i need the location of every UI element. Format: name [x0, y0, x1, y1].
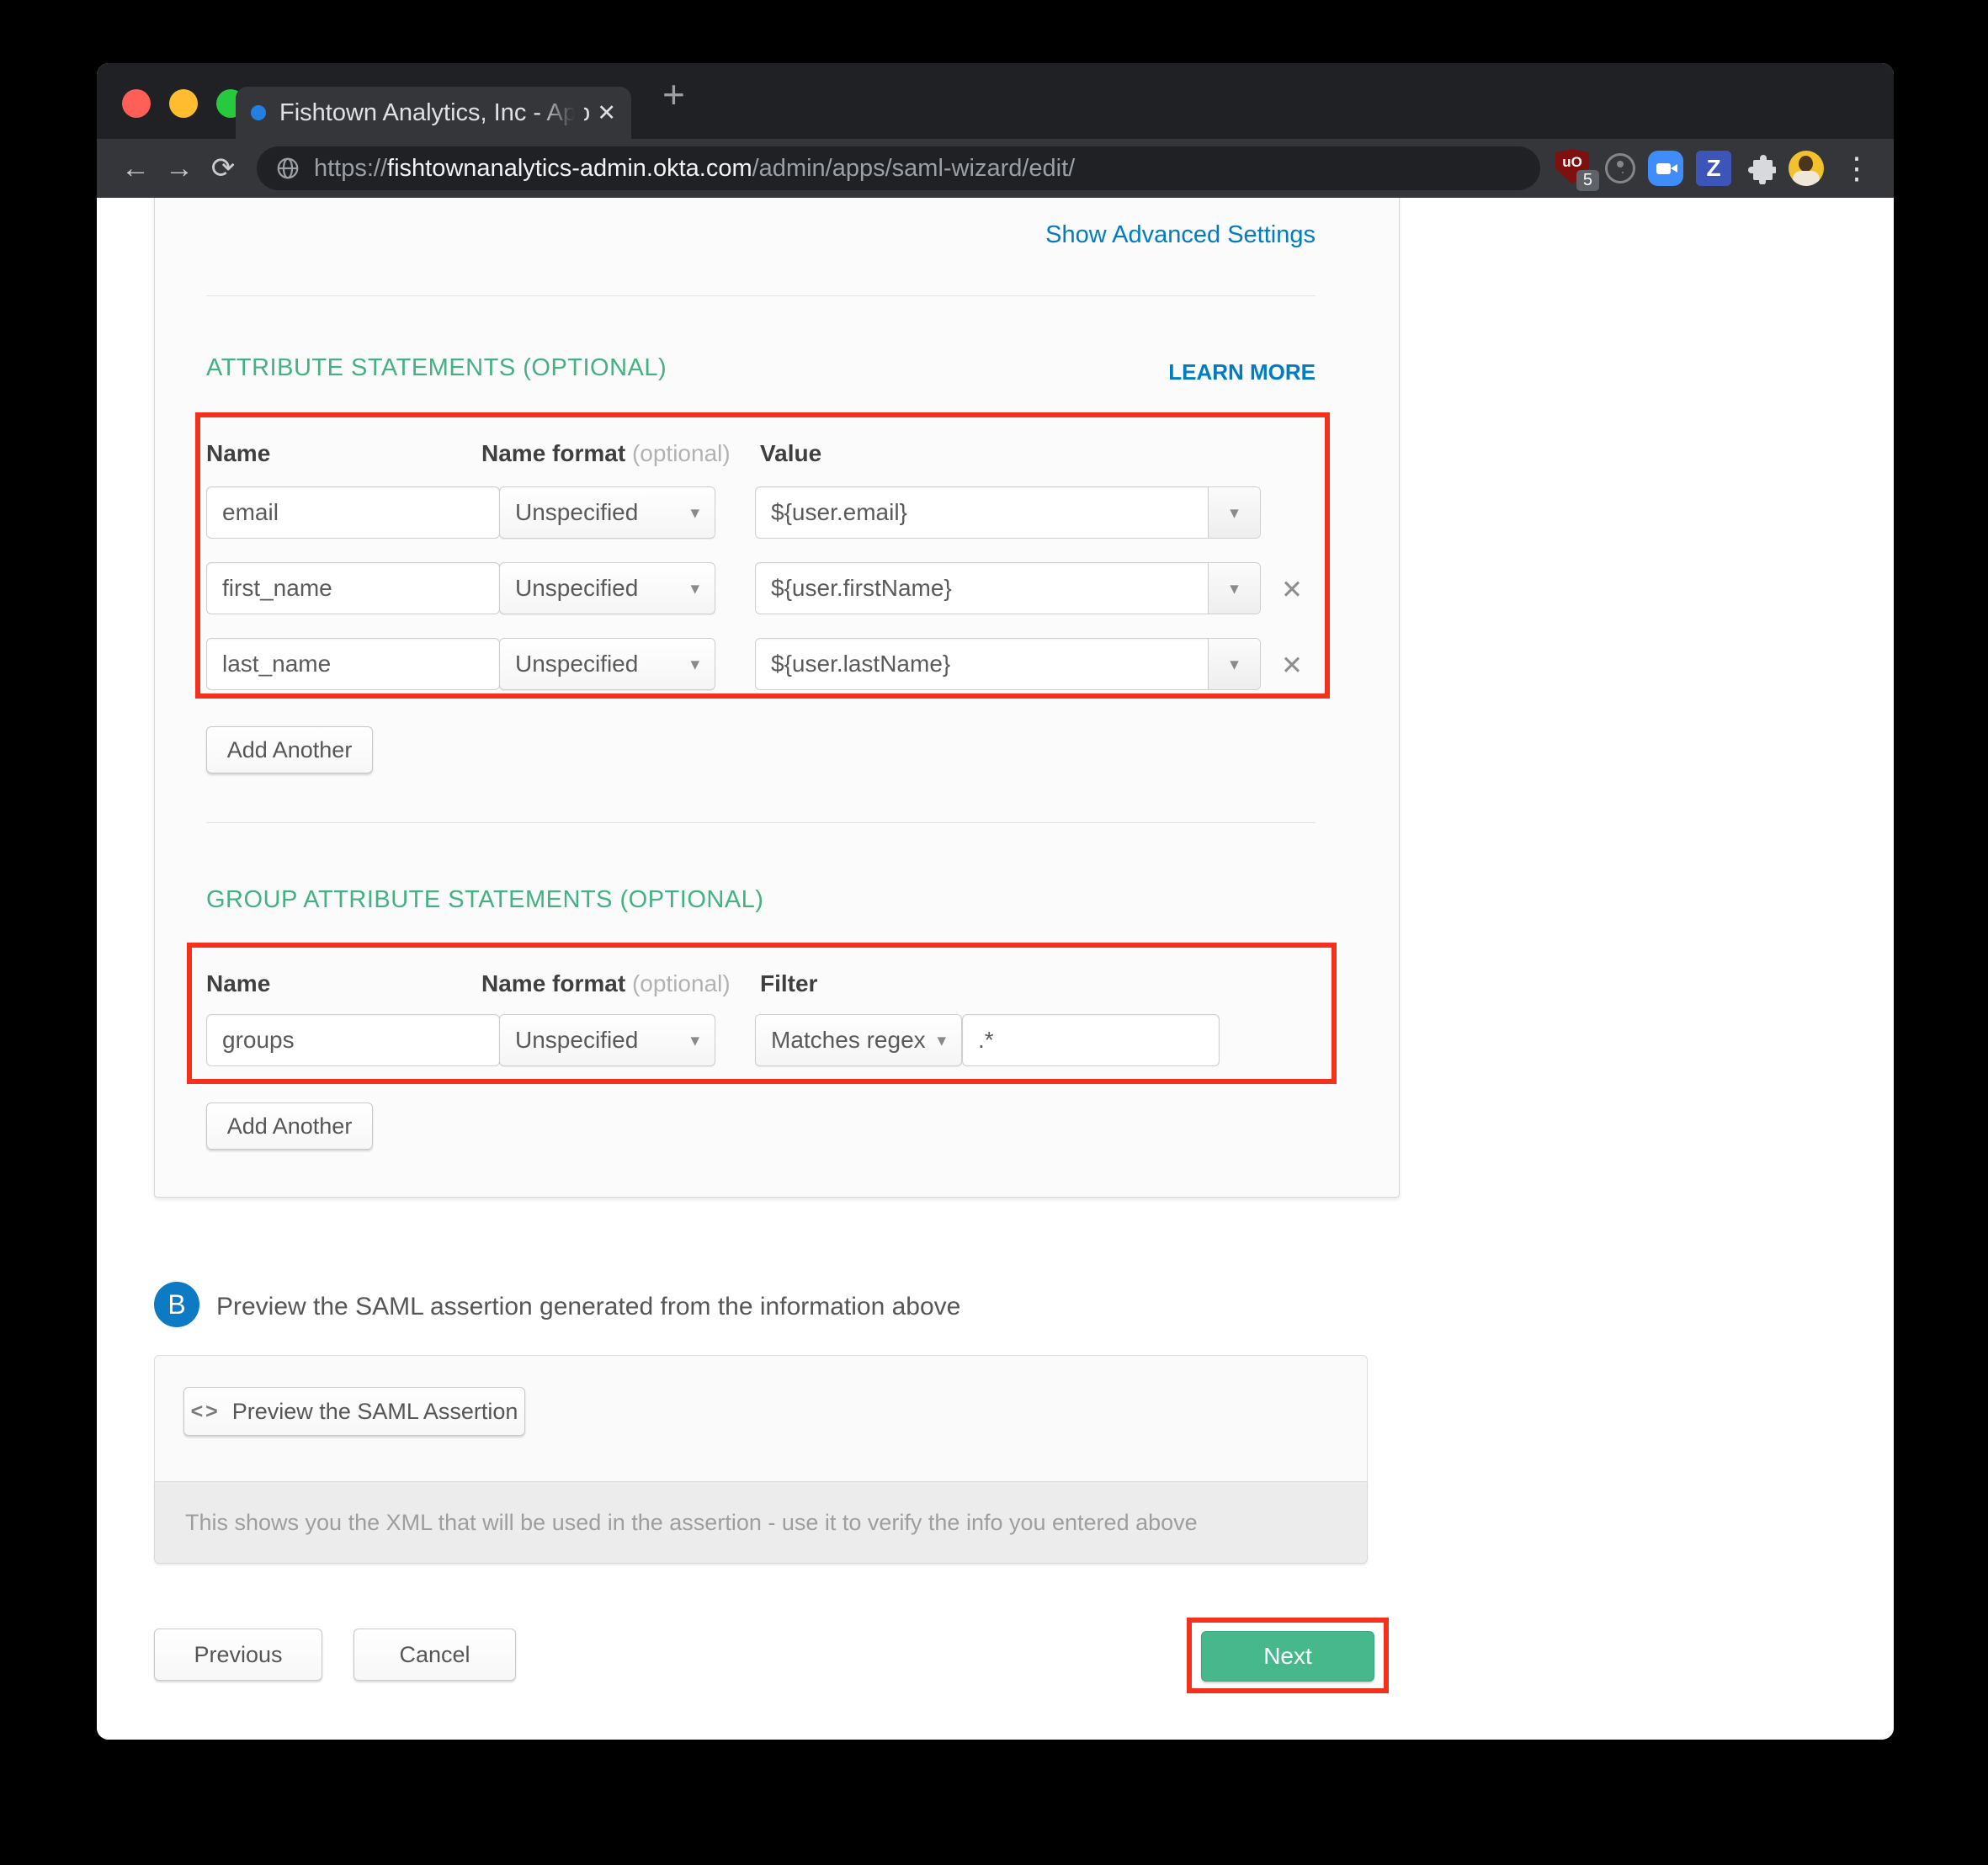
show-advanced-settings-link[interactable]: Show Advanced Settings — [979, 221, 1316, 249]
avatar-shirt — [1793, 171, 1820, 186]
tab-title-fade — [539, 93, 584, 132]
preview-note: This shows you the XML that will be used… — [154, 1481, 1368, 1564]
tab-strip: Fishtown Analytics, Inc - Applic ✕ + — [97, 63, 1894, 139]
address-bar[interactable]: https://fishtownanalytics-admin.okta.com… — [257, 146, 1540, 190]
extension-area: uO 5 Z ⋮ — [1555, 149, 1877, 188]
page-content: Show Advanced Settings ATTRIBUTE STATEME… — [97, 198, 1894, 1740]
attribute-statements-heading: ATTRIBUTE STATEMENTS (OPTIONAL) — [206, 354, 667, 382]
attr-format-select[interactable]: Unspecified ▾ — [499, 562, 715, 614]
attr-format-value: Unspecified — [515, 499, 638, 526]
group-filter-op: Matches regex — [771, 1027, 926, 1054]
col-header-name: Name — [206, 970, 270, 997]
col-header-filter: Filter — [760, 970, 817, 997]
group-filter-value-input[interactable]: .* — [962, 1014, 1220, 1066]
url-host: fishtownanalytics-admin.okta.com — [387, 155, 752, 183]
new-tab-button[interactable]: + — [662, 72, 685, 117]
profile-avatar[interactable] — [1789, 151, 1824, 186]
globe-icon — [275, 156, 300, 181]
browser-tab[interactable]: Fishtown Analytics, Inc - Applic ✕ — [236, 87, 631, 139]
previous-button[interactable]: Previous — [154, 1629, 322, 1681]
chevron-down-icon: ▾ — [937, 1030, 946, 1051]
close-tab-icon[interactable]: ✕ — [597, 100, 616, 126]
next-button[interactable]: Next — [1201, 1631, 1374, 1682]
z-extension-icon[interactable]: Z — [1696, 151, 1731, 186]
group-format-select[interactable]: Unspecified ▾ — [499, 1014, 715, 1066]
back-icon[interactable]: ← — [114, 152, 157, 185]
url-scheme: https:// — [314, 155, 387, 183]
chevron-down-icon: ▾ — [690, 1030, 699, 1051]
col-header-name-format: Name format (optional) — [481, 970, 731, 997]
attr-value-combo[interactable]: ${user.lastName} ▾ — [755, 638, 1261, 690]
password-manager-extension-icon[interactable] — [1605, 153, 1635, 183]
close-window-button[interactable] — [122, 89, 151, 118]
code-brackets-icon: <> — [191, 1400, 221, 1424]
preview-saml-assertion-button[interactable]: <> Preview the SAML Assertion — [183, 1387, 525, 1436]
col-header-optional-label: (optional) — [632, 970, 731, 996]
attr-value-combo[interactable]: ${user.email} ▾ — [755, 486, 1261, 539]
col-header-name: Name — [206, 440, 270, 467]
window-controls — [122, 89, 245, 118]
add-another-button[interactable]: Add Another — [206, 726, 373, 773]
chevron-down-icon: ▾ — [690, 654, 699, 675]
col-header-name-format-label: Name format — [481, 970, 625, 996]
chevron-down-icon[interactable]: ▾ — [1208, 639, 1260, 689]
preview-saml-assertion-label: Preview the SAML Assertion — [232, 1399, 518, 1425]
forward-icon[interactable]: → — [157, 152, 201, 185]
attr-format-select[interactable]: Unspecified ▾ — [499, 638, 715, 690]
attr-name-input[interactable]: first_name — [206, 562, 500, 614]
col-header-name-format-label: Name format — [481, 440, 625, 466]
attr-format-value: Unspecified — [515, 651, 638, 677]
zoom-extension-icon[interactable] — [1648, 151, 1683, 186]
group-filter-select[interactable]: Matches regex ▾ — [755, 1014, 962, 1066]
avatar-head — [1799, 156, 1813, 172]
group-attribute-statements-heading: GROUP ATTRIBUTE STATEMENTS (OPTIONAL) — [206, 886, 763, 914]
col-header-value: Value — [760, 440, 821, 467]
col-header-optional-label: (optional) — [632, 440, 731, 466]
ublock-badge: 5 — [1576, 170, 1599, 191]
extensions-puzzle-icon[interactable] — [1744, 152, 1776, 184]
url-path: /admin/apps/saml-wizard/edit/ — [752, 155, 1076, 183]
chevron-down-icon: ▾ — [690, 578, 699, 599]
chevron-down-icon[interactable]: ▾ — [1208, 487, 1260, 538]
attr-value-combo[interactable]: ${user.firstName} ▾ — [755, 562, 1261, 614]
divider — [206, 295, 1316, 296]
ublock-extension-icon[interactable]: uO 5 — [1555, 149, 1592, 188]
browser-window: Fishtown Analytics, Inc - Applic ✕ + ← →… — [97, 63, 1894, 1740]
learn-more-link[interactable]: LEARN MORE — [979, 359, 1316, 385]
group-name-input[interactable]: groups — [206, 1014, 500, 1066]
okta-favicon-icon — [251, 105, 266, 120]
attr-format-value: Unspecified — [515, 575, 638, 602]
attr-format-select[interactable]: Unspecified ▾ — [499, 486, 715, 539]
step-b-badge: B — [154, 1282, 199, 1327]
chevron-down-icon[interactable]: ▾ — [1208, 563, 1260, 614]
cancel-button[interactable]: Cancel — [353, 1629, 516, 1681]
minimize-window-button[interactable] — [169, 89, 198, 118]
delete-row-icon[interactable]: ✕ — [1273, 575, 1310, 605]
col-header-name-format: Name format (optional) — [481, 440, 731, 467]
add-another-button[interactable]: Add Another — [206, 1103, 373, 1150]
attr-value-input[interactable]: ${user.lastName} — [756, 639, 1208, 689]
reload-icon[interactable]: ⟳ — [201, 151, 245, 185]
attr-value-input[interactable]: ${user.firstName} — [756, 563, 1208, 614]
camera-icon — [1656, 163, 1671, 174]
delete-row-icon[interactable]: ✕ — [1273, 651, 1310, 681]
chevron-down-icon: ▾ — [690, 502, 699, 523]
attr-name-input[interactable]: last_name — [206, 638, 500, 690]
browser-toolbar: ← → ⟳ https://fishtownanalytics-admin.ok… — [97, 139, 1894, 198]
attr-name-input[interactable]: email — [206, 486, 500, 539]
group-format-value: Unspecified — [515, 1027, 638, 1054]
preview-section-heading: Preview the SAML assertion generated fro… — [216, 1293, 960, 1321]
divider — [206, 822, 1316, 823]
attr-value-input[interactable]: ${user.email} — [756, 487, 1208, 538]
chrome-menu-icon[interactable]: ⋮ — [1837, 151, 1877, 186]
